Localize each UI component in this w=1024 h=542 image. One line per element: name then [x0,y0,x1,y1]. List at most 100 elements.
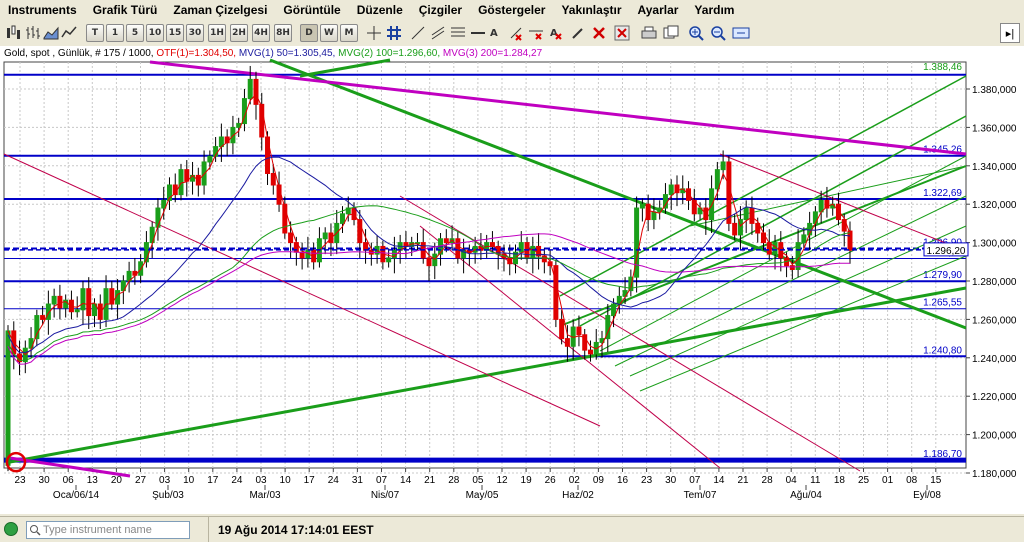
x-tick-label: 15 [930,475,942,486]
timeframe-5-button[interactable]: 5 [126,24,144,42]
candlestick-chart-icon[interactable] [4,24,22,42]
candle-body [668,184,674,196]
chart-legend: Gold, spot , Günlük, # 175 / 1000, OTF(1… [4,48,543,59]
candle-body [363,242,369,251]
x-tick-label: 25 [858,475,870,486]
price-chart[interactable]: Gold, spot , Günlük, # 175 / 1000, OTF(1… [0,46,1024,514]
zoom-out-icon[interactable] [710,24,726,42]
x-tick-label: 05 [472,475,484,486]
menu-7[interactable]: Göstergeler [470,0,553,20]
toolbar: T 1 5 10 15 30 1H 2H 4H 8H D W M A A [0,20,1024,47]
menu-6[interactable]: Çizgiler [411,0,470,20]
close-chart-icon[interactable]: ▸| [1000,23,1020,43]
bar-chart-icon[interactable] [24,24,42,42]
timeframe-1h-button[interactable]: 1H [208,24,226,42]
month-label: Ağu/04 [790,490,822,501]
timeframe-15-button[interactable]: 15 [166,24,184,42]
candle-body [74,309,80,313]
menu-10[interactable]: Yardım [686,0,742,20]
candle-body [247,78,253,100]
timeframe-w-button[interactable]: W [320,24,338,42]
candle-body [732,222,738,236]
crosshair-icon[interactable] [366,24,382,42]
level-label: 1.186,70 [923,449,962,460]
level-label: 1.322,69 [923,188,962,199]
zoom-in-icon[interactable] [688,24,704,42]
candle-body [270,172,276,186]
timeframe-10-button[interactable]: 10 [146,24,164,42]
x-tick-label: 27 [135,475,147,486]
month-label: Eyl/08 [913,490,941,501]
timeframe-d-button[interactable]: D [300,24,318,42]
x-tick-label: 07 [376,475,388,486]
candle-body [207,155,213,163]
x-tick-label: 17 [207,475,219,486]
y-tick-label: 1.280,000 [972,277,1017,288]
edit-icon[interactable] [570,24,586,42]
candle-body [5,330,11,466]
legend-mvg3: MVG(3) 200=1.284,27 [443,48,543,59]
level-label: 1.265,55 [923,298,962,309]
y-tick-label: 1.380,000 [972,85,1017,96]
menu-4[interactable]: Görüntüle [275,0,348,20]
x-tick-label: 14 [400,475,412,486]
candle-body [155,207,161,228]
timeframe-8h-button[interactable]: 8H [274,24,292,42]
menu-9[interactable]: Ayarlar [630,0,687,20]
area-chart-icon[interactable] [42,24,60,42]
menu-5[interactable]: Düzenle [349,0,411,20]
candle-body [559,318,565,340]
status-datetime: 19 Ağu 2014 17:14:01 EEST [218,523,374,537]
x-tick-label: 21 [737,475,749,486]
timeframe-2h-button[interactable]: 2H [230,24,248,42]
timeframe-30-button[interactable]: 30 [186,24,204,42]
menu-bar: Instruments Grafik Türü Zaman Çizelgesi Gör… [0,0,1024,20]
legend-instrument: Gold, spot , Günlük, # 175 / 1000, [4,48,156,59]
text-icon[interactable]: A [490,24,498,42]
delete-horizontal-icon[interactable] [528,24,544,42]
menu-1[interactable]: Instruments [0,0,85,20]
menu-8[interactable]: Yakınlaştır [553,0,629,20]
x-tick-label: 14 [713,475,725,486]
zoom-fit-icon[interactable] [732,24,750,42]
x-tick-label: 03 [255,475,267,486]
x-tick-label: 03 [159,475,171,486]
month-label: Nis/07 [371,490,400,501]
x-tick-label: 23 [641,475,653,486]
status-bar: Type instrument name 19 Ağu 2014 17:14:0… [0,516,1024,542]
horizontal-line-icon[interactable] [470,24,486,42]
candle-body [709,188,715,221]
grid-icon[interactable] [386,24,402,42]
candle-body [184,169,190,182]
x-tick-label: 17 [304,475,316,486]
print-icon[interactable] [640,24,658,42]
timeframe-t-button[interactable]: T [86,24,104,42]
candle-body [253,78,259,105]
x-tick-label: 16 [617,475,629,486]
close-red-icon[interactable] [592,24,606,42]
candle-body [720,161,726,171]
delete-text-icon[interactable]: A [548,24,564,42]
instrument-search-input[interactable]: Type instrument name [26,521,190,539]
candle-body [553,265,559,320]
candle-body [530,245,536,259]
copy-icon[interactable] [662,24,680,42]
fibonacci-icon[interactable] [450,24,466,42]
timeframe-1-button[interactable]: 1 [106,24,124,42]
timeframe-m-button[interactable]: M [340,24,358,42]
x-tick-label: 31 [352,475,364,486]
timeframe-4h-button[interactable]: 4H [252,24,270,42]
x-tick-label: 09 [593,475,605,486]
y-tick-label: 1.220,000 [972,392,1017,403]
channel-icon[interactable] [430,24,446,42]
candle-body [801,234,807,244]
menu-2[interactable]: Grafik Türü [85,0,166,20]
delete-all-icon[interactable] [614,24,630,42]
menu-3[interactable]: Zaman Çizelgesi [165,0,275,20]
trend-line-icon[interactable] [410,24,426,42]
line-chart-icon[interactable] [60,24,78,42]
delete-drawing-icon[interactable] [508,24,524,42]
candle-body [455,238,461,259]
month-label: Tem/07 [684,490,717,501]
x-tick-label: 24 [328,475,340,486]
